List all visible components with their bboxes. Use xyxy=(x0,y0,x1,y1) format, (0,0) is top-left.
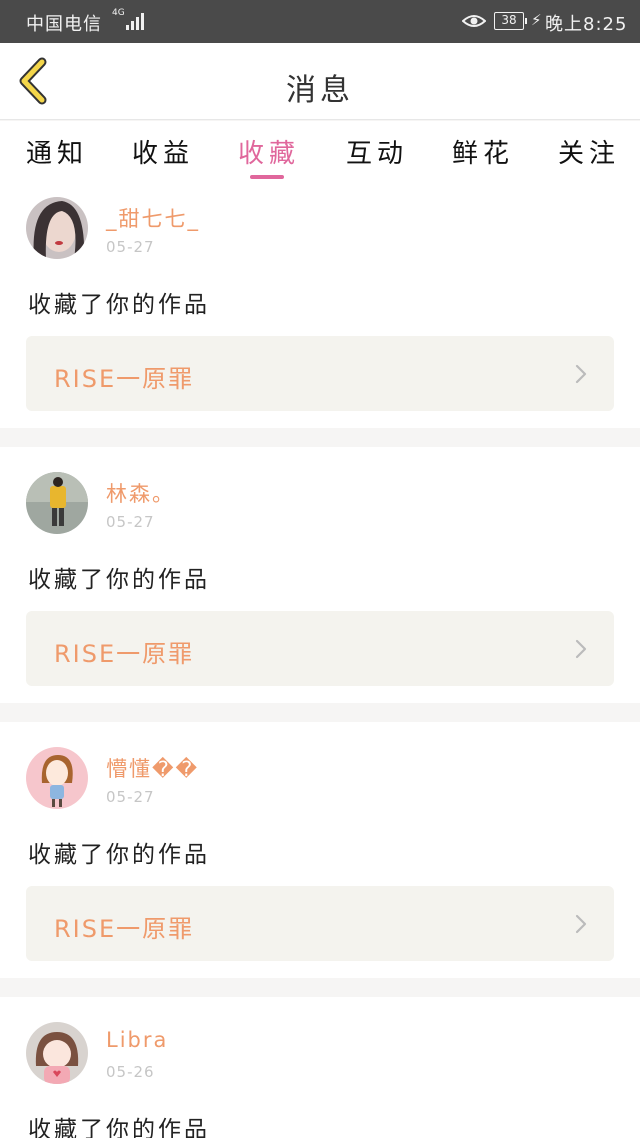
action-text: 收藏了你的作品 xyxy=(28,1117,210,1138)
username[interactable]: Libra xyxy=(106,1028,168,1052)
clock: 晚上8:25 xyxy=(545,14,628,35)
charging-icon: ⚡ xyxy=(531,11,542,29)
chevron-right-icon xyxy=(575,639,587,659)
network-type: 4G xyxy=(112,8,125,18)
avatar[interactable] xyxy=(26,472,88,534)
status-bar: 中国电信 4G 38 ⚡ 晚上8:25 xyxy=(0,0,640,43)
action-text: 收藏了你的作品 xyxy=(28,842,210,868)
username[interactable]: 林森。 xyxy=(106,478,175,508)
signal-icon xyxy=(126,12,148,30)
tab-notifications[interactable]: 通知 xyxy=(26,133,88,170)
chevron-right-icon xyxy=(575,914,587,934)
tab-following[interactable]: 关注 xyxy=(558,133,620,170)
tab-flowers[interactable]: 鲜花 xyxy=(452,133,514,170)
action-text: 收藏了你的作品 xyxy=(28,567,210,593)
tab-earnings[interactable]: 收益 xyxy=(132,133,194,170)
page-title: 消息 xyxy=(286,73,354,108)
work-title: RISE一原罪 xyxy=(54,915,195,943)
eye-comfort-icon xyxy=(462,15,486,27)
tab-interactions[interactable]: 互动 xyxy=(346,133,408,170)
work-link[interactable]: RISE一原罪 xyxy=(26,611,614,686)
avatar[interactable] xyxy=(26,1022,88,1084)
chevron-right-icon xyxy=(575,364,587,384)
work-link[interactable]: RISE一原罪 xyxy=(26,886,614,961)
username[interactable]: 懵懂�� xyxy=(106,753,199,783)
carrier-name: 中国电信 xyxy=(26,14,102,35)
date: 05-27 xyxy=(106,513,155,531)
username[interactable]: _甜七七_ xyxy=(106,203,200,233)
date: 05-27 xyxy=(106,238,155,256)
active-tab-indicator xyxy=(250,175,284,179)
avatar[interactable] xyxy=(26,197,88,259)
work-title: RISE一原罪 xyxy=(54,365,195,393)
tab-bar: 通知 收益 收藏 互动 鲜花 关注 xyxy=(0,121,640,183)
work-title: RISE一原罪 xyxy=(54,640,195,668)
battery-icon: 38 xyxy=(494,12,527,30)
header-bar: 消息 xyxy=(0,43,640,120)
message-card: 懵懂�� 05-27 收藏了你的作品 RISE一原罪 xyxy=(0,722,640,978)
date: 05-27 xyxy=(106,788,155,806)
tab-favorites[interactable]: 收藏 xyxy=(238,133,300,170)
message-card: 林森。 05-27 收藏了你的作品 RISE一原罪 xyxy=(0,447,640,703)
message-card: _甜七七_ 05-27 收藏了你的作品 RISE一原罪 xyxy=(0,183,640,428)
avatar[interactable] xyxy=(26,747,88,809)
date: 05-26 xyxy=(106,1063,155,1081)
work-link[interactable]: RISE一原罪 xyxy=(26,336,614,411)
action-text: 收藏了你的作品 xyxy=(28,292,210,318)
message-card: Libra 05-26 收藏了你的作品 xyxy=(0,997,640,1138)
